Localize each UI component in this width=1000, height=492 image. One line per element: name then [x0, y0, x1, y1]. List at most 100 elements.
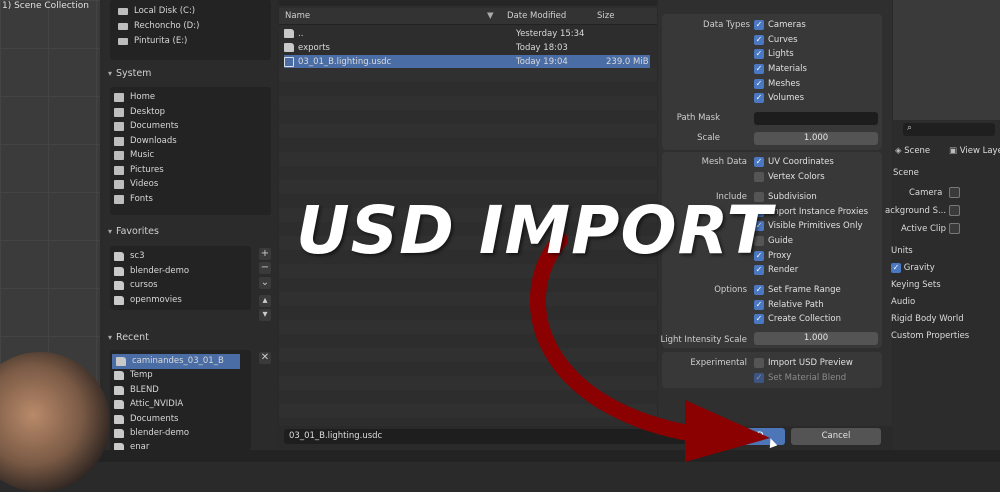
checkmark-icon: ✓	[754, 49, 764, 60]
folder-icon	[284, 29, 294, 38]
panel-units[interactable]: Units	[891, 246, 913, 256]
arrow-head	[685, 400, 770, 462]
drive-icon	[118, 22, 128, 30]
documents-icon	[114, 121, 124, 131]
tab-scene[interactable]: ◈ Scene	[895, 146, 930, 156]
data-types-box: Data Types ✓ Cameras ✓ Curves ✓ Lights ✓ Mat…	[662, 14, 882, 150]
clear-recent-button[interactable]: ✕	[259, 352, 271, 364]
system-section-header[interactable]: ▾ System	[108, 68, 151, 79]
path-mask-input[interactable]	[754, 112, 878, 125]
checkbox-vertex-colors[interactable]: Vertex Colors	[754, 170, 834, 185]
system-item-music[interactable]: Music	[110, 148, 154, 163]
favorite-item[interactable]: openmovies	[110, 293, 182, 308]
volume-item[interactable]: Rechoncho (D:)	[114, 19, 199, 34]
system-item-desktop[interactable]: Desktop	[110, 105, 165, 120]
home-icon	[114, 92, 124, 102]
recent-panel: caminandes_03_01_B Temp BLEND Attic_NVID…	[110, 350, 251, 452]
recent-section-header[interactable]: ▾ Recent	[108, 332, 149, 343]
mesh-data-label: Mesh Data	[701, 157, 747, 167]
videos-icon	[114, 179, 124, 189]
favorite-item[interactable]: cursos	[110, 278, 158, 293]
checkmark-icon: ✓	[891, 263, 901, 273]
checkbox-meshes[interactable]: ✓ Meshes	[754, 76, 807, 91]
add-bookmark-button[interactable]: +	[259, 248, 271, 260]
panel-keying-sets[interactable]: Keying Sets	[891, 280, 941, 290]
folder-icon	[114, 385, 124, 395]
folder-icon	[284, 43, 294, 52]
cancel-button[interactable]: Cancel	[791, 428, 881, 445]
panel-audio[interactable]: Audio	[891, 297, 915, 307]
remove-bookmark-button[interactable]: −	[259, 262, 271, 274]
system-item-fonts[interactable]: Fonts	[110, 192, 153, 207]
panel-rigid-body-world[interactable]: Rigid Body World	[891, 314, 964, 324]
desktop-icon	[114, 107, 124, 117]
active-clip-field[interactable]	[949, 223, 960, 234]
system-item-downloads[interactable]: Downloads	[110, 134, 177, 149]
bookmark-menu-button[interactable]: ⌄	[259, 277, 271, 289]
drive-icon	[118, 7, 128, 15]
tab-view-layer[interactable]: ▣ View Laye	[949, 146, 1000, 156]
checkbox-cameras[interactable]: ✓ Cameras	[754, 18, 807, 33]
music-icon	[114, 150, 124, 160]
column-date-modified[interactable]: Date Modified	[507, 11, 566, 21]
folder-icon	[114, 295, 124, 305]
recent-item[interactable]: Attic_NVIDIA	[110, 397, 183, 412]
arrow-shaft	[530, 232, 708, 443]
panel-custom-properties[interactable]: Custom Properties	[891, 331, 969, 341]
sort-chevron-icon[interactable]: ▼	[487, 11, 494, 21]
folder-icon	[114, 399, 124, 409]
viewport-collection-label: 1) Scene Collection	[2, 1, 89, 11]
move-down-button[interactable]: ▾	[259, 309, 271, 321]
checkmark-icon: ✓	[754, 78, 764, 89]
folder-icon	[114, 414, 124, 424]
volume-item[interactable]: Local Disk (C:)	[114, 4, 195, 19]
drive-icon	[118, 37, 128, 45]
system-item-documents[interactable]: Documents	[110, 119, 178, 134]
checkbox-lights[interactable]: ✓ Lights	[754, 47, 807, 62]
column-name[interactable]: Name	[285, 11, 310, 21]
recent-item[interactable]: Temp	[110, 368, 153, 383]
file-row[interactable]: exports Today 18:03	[284, 41, 650, 54]
file-row-selected[interactable]: 03_01_B.lighting.usdc Today 19:04 239.0 …	[284, 55, 650, 68]
file-row-parent[interactable]: .. Yesterday 15:34	[284, 27, 650, 40]
recent-item[interactable]: Documents	[110, 412, 178, 427]
video-overlay-title: USD IMPORT	[296, 192, 773, 269]
checkbox-curves[interactable]: ✓ Curves	[754, 33, 807, 48]
checkmark-icon: ✓	[754, 157, 764, 168]
checkbox-materials[interactable]: ✓ Materials	[754, 62, 807, 77]
properties-search-input[interactable]: ⌕	[903, 123, 995, 136]
volume-item[interactable]: Pinturita (E:)	[114, 34, 187, 49]
recent-item[interactable]: BLEND	[110, 383, 159, 398]
data-types-checkboxes: ✓ Cameras ✓ Curves ✓ Lights ✓ Materials ✓ Mes…	[754, 18, 807, 106]
background-scene-field[interactable]	[949, 205, 960, 216]
data-types-label: Data Types	[703, 20, 750, 30]
checkbox-volumes[interactable]: ✓ Volumes	[754, 91, 807, 106]
scale-field[interactable]: 1.000	[754, 132, 878, 145]
expand-icon: ▾	[108, 227, 113, 236]
usd-file-icon	[284, 56, 294, 67]
expand-icon: ▾	[108, 69, 113, 78]
column-size[interactable]: Size	[597, 11, 614, 21]
downloads-icon	[114, 136, 124, 146]
expand-icon: ▾	[108, 333, 113, 342]
folder-icon	[114, 428, 124, 438]
background-scene-label: ackground S...	[885, 206, 947, 216]
favorite-item[interactable]: sc3	[110, 249, 145, 264]
camera-field[interactable]	[949, 187, 960, 198]
move-up-button[interactable]: ▴	[259, 295, 271, 307]
file-list-header: Name ▼ Date Modified Size	[279, 8, 657, 25]
favorite-item[interactable]: blender-demo	[110, 264, 189, 279]
system-item-home[interactable]: Home	[110, 90, 155, 105]
system-item-pictures[interactable]: Pictures	[110, 163, 164, 178]
volumes-panel: Local Disk (C:) Rechoncho (D:) Pinturita…	[110, 0, 271, 60]
folder-icon	[116, 356, 126, 366]
checkmark-icon: ✓	[754, 34, 764, 45]
recent-item[interactable]: blender-demo	[110, 426, 189, 441]
panel-gravity[interactable]: ✓ Gravity	[891, 263, 935, 273]
favorites-section-header[interactable]: ▾ Favorites	[108, 226, 159, 237]
checkbox-uv-coordinates[interactable]: ✓ UV Coordinates	[754, 155, 834, 170]
checkmark-icon: ✓	[754, 93, 764, 104]
system-item-videos[interactable]: Videos	[110, 177, 158, 192]
scale-label: Scale	[697, 133, 720, 143]
recent-item-selected[interactable]: caminandes_03_01_B	[112, 354, 240, 369]
